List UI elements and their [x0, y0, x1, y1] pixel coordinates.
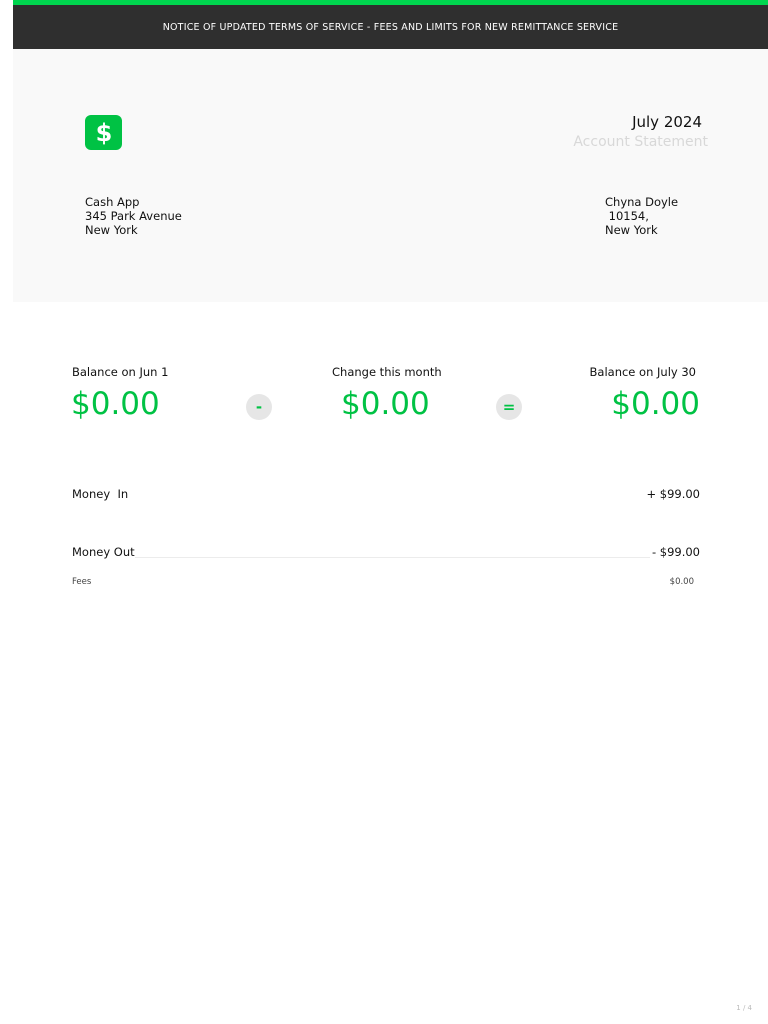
dollar-sign-icon: $: [95, 119, 112, 147]
cash-app-logo: $: [85, 115, 122, 150]
money-out-divider: [135, 557, 650, 558]
fees-value: $0.00: [669, 577, 694, 587]
company-name: Cash App: [85, 195, 140, 209]
start-balance-value: $0.00: [71, 386, 160, 422]
customer-name: Chyna Doyle: [605, 195, 679, 209]
statement-title: Account Statement: [573, 134, 708, 150]
svg-text:$: $: [95, 119, 112, 147]
page-number: 1 / 4: [736, 1004, 752, 1012]
customer-zip: 10154,: [605, 209, 649, 223]
money-out-value: - $99.00: [651, 545, 700, 559]
notice-text: NOTICE OF UPDATED TERMS OF SERVICE - FEE…: [162, 21, 619, 33]
company-city: New York: [85, 223, 138, 237]
end-balance-label: Balance on July 30: [589, 365, 696, 379]
company-street: 345 Park Avenue: [85, 209, 182, 223]
statement-page: NOTICE OF UPDATED TERMS OF SERVICE - FEE…: [0, 0, 768, 1024]
end-balance-value: $0.00: [611, 386, 700, 422]
money-out-label: Money Out: [72, 545, 135, 559]
company-address: Cash App 345 Park Avenue New York: [85, 195, 182, 237]
minus-operator: -: [246, 394, 272, 420]
customer-address: Chyna Doyle 10154, New York: [605, 195, 678, 237]
fees-label: Fees: [72, 577, 92, 587]
statement-header: $ July 2024 Account Statement Cash App 3…: [13, 49, 768, 302]
money-in-value: + $99.00: [646, 487, 700, 501]
money-in-label: Money In: [72, 487, 129, 501]
customer-city: New York: [605, 223, 658, 237]
start-balance-label: Balance on Jun 1: [72, 365, 169, 379]
equals-operator: =: [496, 394, 522, 420]
change-value: $0.00: [341, 386, 430, 422]
notice-banner: NOTICE OF UPDATED TERMS OF SERVICE - FEE…: [13, 0, 768, 49]
change-label: Change this month: [332, 365, 442, 379]
statement-month: July 2024: [632, 113, 702, 131]
